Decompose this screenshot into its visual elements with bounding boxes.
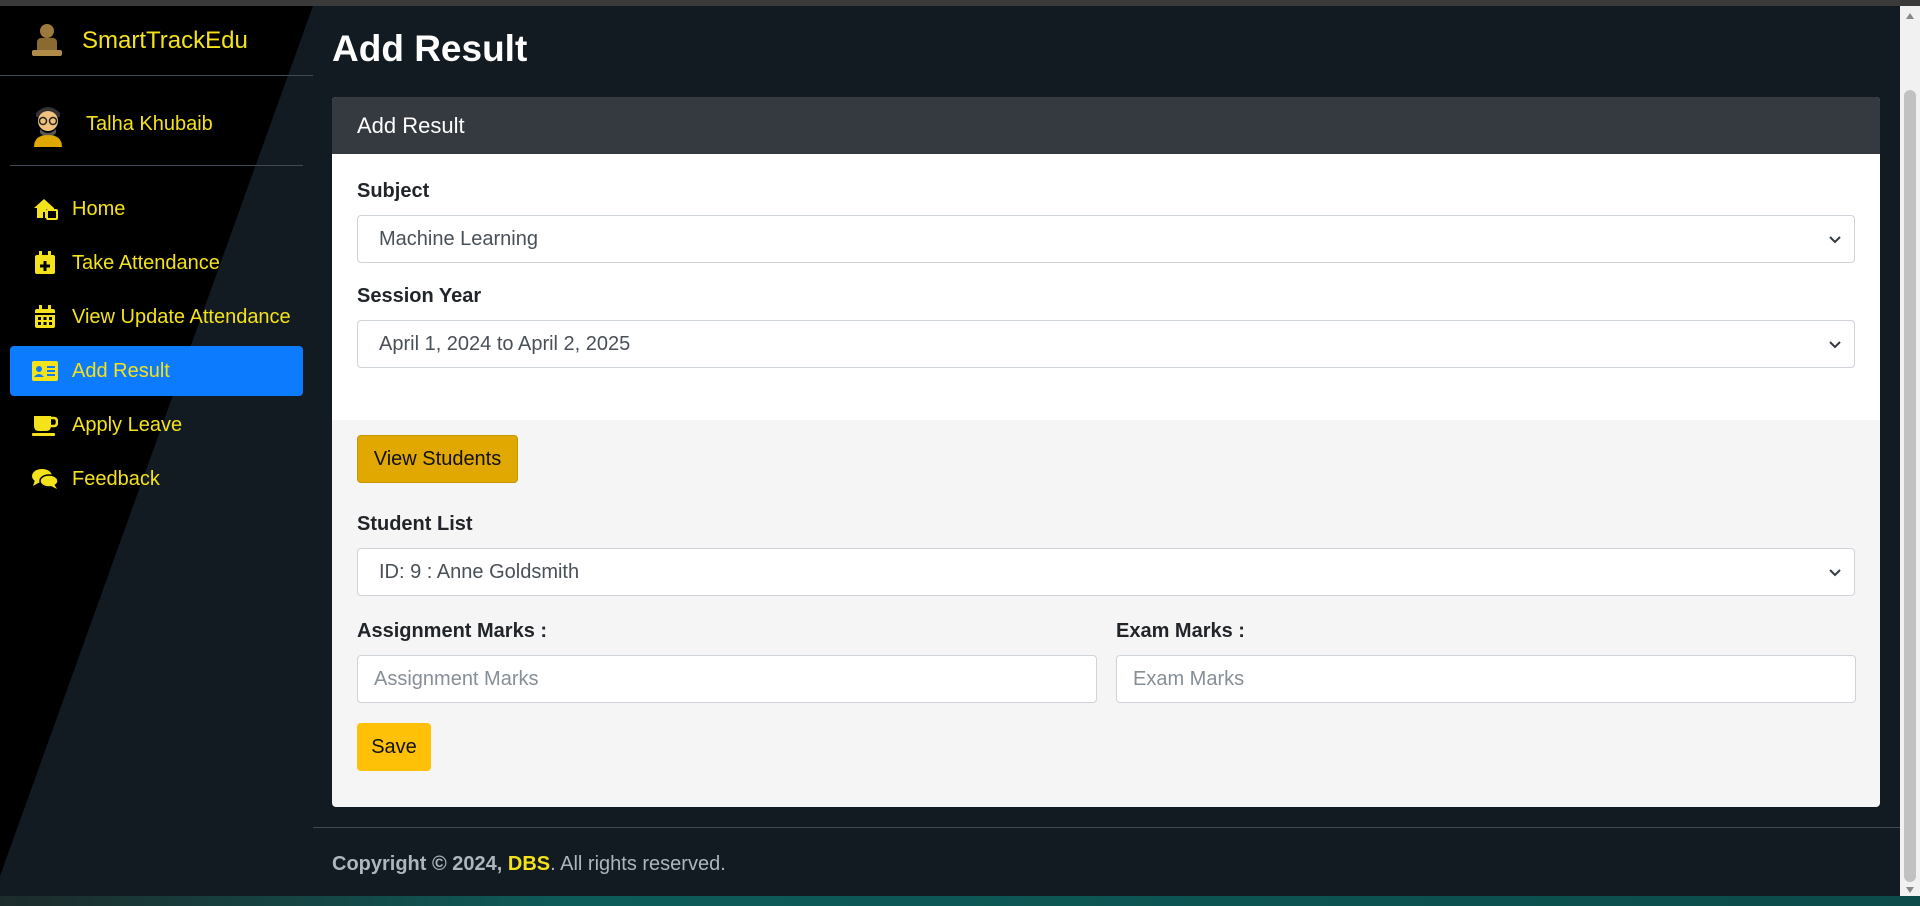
footer: Copyright © 2024, DBS. All rights reserv…: [313, 827, 1900, 900]
brand-name: SmartTrackEdu: [82, 26, 248, 54]
student-list-select-value: ID: 9 : Anne Goldsmith: [379, 560, 580, 583]
card-header: Add Result: [332, 97, 1880, 154]
sidebar-item-label: Home: [72, 197, 126, 220]
sidebar-item-apply-leave[interactable]: Apply Leave: [10, 400, 303, 450]
chevron-down-icon: [1829, 341, 1841, 349]
comments-icon: [32, 466, 58, 492]
add-result-card: Add Result Subject Machine Learning Sess…: [332, 97, 1880, 807]
student-list-label: Student List: [357, 513, 473, 535]
sidebar-nav: Home Take Attendance View Update Attenda…: [10, 184, 303, 508]
scrollbar-thumb[interactable]: [1904, 90, 1916, 882]
footer-copyright: Copyright © 2024,: [332, 852, 503, 875]
view-students-button[interactable]: View Students: [357, 435, 518, 483]
sidebar-item-label: Take Attendance: [72, 251, 220, 274]
subject-select-value: Machine Learning: [379, 227, 538, 250]
chevron-down-icon: [1829, 236, 1841, 244]
sidebar-item-label: Apply Leave: [72, 413, 183, 436]
footer-company-link[interactable]: DBS: [508, 853, 550, 876]
taskbar-strip: [0, 896, 1920, 906]
sidebar-item-label: View Update Attendance: [72, 305, 291, 328]
sidebar-item-home[interactable]: Home: [10, 184, 303, 234]
sidebar-item-add-result[interactable]: Add Result: [10, 346, 303, 396]
page-title: Add Result: [332, 28, 528, 69]
student-list-select[interactable]: ID: 9 : Anne Goldsmith: [357, 548, 1855, 596]
assignment-marks-input[interactable]: Assignment Marks: [357, 655, 1097, 703]
sidebar-item-label: Add Result: [72, 359, 170, 382]
card-body: Subject Machine Learning Session Year Ap…: [332, 154, 1880, 420]
calendar-plus-icon: [32, 250, 58, 276]
user-name: Talha Khubaib: [86, 113, 213, 135]
coffee-cup-icon: [32, 412, 58, 438]
id-card-icon: [32, 358, 58, 384]
calendar-icon: [32, 304, 58, 330]
sidebar-item-label: Feedback: [72, 467, 160, 490]
assignment-marks-label: Assignment Marks :: [357, 620, 548, 642]
save-button[interactable]: Save: [357, 723, 431, 771]
scroll-up-icon[interactable]: [1900, 6, 1920, 26]
sidebar-item-view-update-attendance[interactable]: View Update Attendance: [10, 292, 303, 342]
brand-logo-icon: [32, 23, 62, 56]
exam-marks-input[interactable]: Exam Marks: [1116, 655, 1856, 703]
sidebar-item-feedback[interactable]: Feedback: [10, 454, 303, 504]
subject-select[interactable]: Machine Learning: [357, 215, 1855, 263]
sidebar-item-take-attendance[interactable]: Take Attendance: [10, 238, 303, 288]
home-icon: [32, 196, 58, 222]
session-year-select-value: April 1, 2024 to April 2, 2025: [379, 332, 631, 355]
exam-marks-label: Exam Marks :: [1116, 620, 1245, 642]
card-footer: View Students Student List ID: 9 : Anne …: [332, 420, 1880, 771]
subject-label: Subject: [357, 180, 430, 202]
avatar: [34, 106, 62, 147]
user-panel[interactable]: Talha Khubaib: [10, 84, 303, 166]
page-scrollbar[interactable]: [1900, 6, 1920, 900]
session-year-select[interactable]: April 1, 2024 to April 2, 2025: [357, 320, 1855, 368]
brand[interactable]: SmartTrackEdu: [0, 6, 313, 76]
main-content: Add Result Add Result Subject Machine Le…: [313, 6, 1900, 900]
footer-rights: . All rights reserved.: [550, 852, 726, 875]
session-year-label: Session Year: [357, 285, 482, 307]
sidebar: SmartTrackEdu Talha Khubaib Home Take At…: [0, 6, 313, 896]
chevron-down-icon: [1829, 569, 1841, 577]
